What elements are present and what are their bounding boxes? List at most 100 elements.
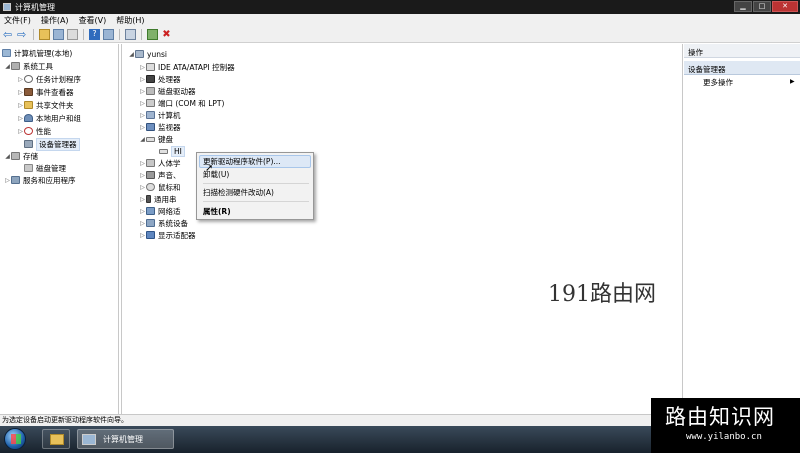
expand-arrow-icon[interactable]: ▷: [139, 184, 146, 191]
back-icon[interactable]: ⇦: [3, 29, 14, 40]
minimize-button[interactable]: ▁: [734, 1, 752, 12]
up-folder-icon[interactable]: [39, 29, 50, 40]
menu-item-properties[interactable]: 属性(R): [203, 206, 231, 217]
tree-item-shared-folders[interactable]: ▷ 共享文件夹: [17, 99, 73, 111]
help-icon[interactable]: ?: [89, 29, 100, 40]
view-icon[interactable]: [103, 29, 114, 40]
performance-icon: [24, 127, 33, 135]
shared-folder-icon: [24, 101, 33, 109]
forward-icon[interactable]: ⇨: [17, 29, 28, 40]
menu-action[interactable]: 操作(A): [41, 15, 69, 26]
expand-arrow-icon[interactable]: ▷: [139, 124, 146, 131]
tree-item-disk-management[interactable]: 磁盘管理: [24, 162, 66, 174]
menu-file[interactable]: 文件(F): [4, 15, 31, 26]
device-category-network[interactable]: ▷ 网络适: [139, 205, 180, 217]
menu-item-scan-hardware[interactable]: 扫描检测硬件改动(A): [203, 187, 274, 198]
expand-arrow-icon[interactable]: ▷: [139, 172, 146, 179]
device-category-ide[interactable]: ▷ IDE ATA/ATAPI 控制器: [139, 61, 234, 73]
maximize-button[interactable]: □: [753, 1, 771, 12]
toolbar-separator: [83, 29, 84, 40]
device-category-keyboard[interactable]: ◢ 键盘: [139, 133, 173, 145]
computer-management-icon: [3, 3, 11, 11]
device-category-monitors[interactable]: ▷ 监视器: [139, 121, 180, 133]
keyboard-icon: [146, 136, 155, 142]
clock-icon: [24, 75, 33, 83]
tree-storage[interactable]: ◢ 存储: [4, 150, 38, 162]
actions-more[interactable]: 更多操作: [703, 77, 733, 88]
expand-arrow-icon[interactable]: ▷: [139, 160, 146, 167]
actions-section-device-manager[interactable]: 设备管理器: [684, 61, 800, 75]
expand-arrow-icon[interactable]: ▷: [139, 208, 146, 215]
tree-system-tools[interactable]: ◢ 系统工具: [4, 60, 53, 72]
device-tree-computer[interactable]: ◢ yunsi: [128, 48, 167, 60]
keyboard-icon: [159, 148, 168, 154]
tree-services[interactable]: ▷ 服务和应用程序: [4, 174, 75, 186]
device-category-disk-drives[interactable]: ▷ 磁盘驱动器: [139, 85, 195, 97]
properties-icon[interactable]: [67, 29, 78, 40]
menu-help[interactable]: 帮助(H): [116, 15, 144, 26]
computer-management-icon: [2, 49, 11, 57]
actions-header: 操作: [684, 44, 800, 58]
toolbar-separator: [141, 29, 142, 40]
site-watermark: 191路由网: [548, 282, 656, 307]
expand-arrow-icon[interactable]: ▷: [139, 232, 146, 239]
tree-item-performance[interactable]: ▷ 性能: [17, 125, 51, 137]
taskbar-computer-management[interactable]: 计算机管理: [77, 429, 174, 449]
device-category-system[interactable]: ▷ 系统设备: [139, 217, 188, 229]
expand-arrow-icon[interactable]: ▷: [139, 64, 146, 71]
start-button[interactable]: [4, 428, 26, 450]
expand-arrow-icon[interactable]: ▷: [17, 115, 24, 122]
collapse-arrow-icon[interactable]: ◢: [4, 153, 11, 160]
collapse-arrow-icon[interactable]: ◢: [4, 63, 11, 70]
processor-icon: [146, 75, 155, 83]
device-category-mouse[interactable]: ▷ 鼠标和: [139, 181, 180, 193]
expand-arrow-icon[interactable]: ▷: [139, 112, 146, 119]
window-title: 计算机管理: [15, 3, 55, 12]
tree-item-task-scheduler[interactable]: ▷ 任务计划程序: [17, 73, 81, 85]
collapse-arrow-icon[interactable]: ◢: [128, 51, 135, 58]
actions-pane: 操作 设备管理器 更多操作 ▶: [684, 44, 800, 414]
port-icon: [146, 99, 155, 107]
collapse-arrow-icon[interactable]: ◢: [139, 136, 146, 143]
tree-item-event-viewer[interactable]: ▷ 事件查看器: [17, 86, 73, 98]
expand-arrow-icon[interactable]: ▷: [17, 128, 24, 135]
menu-item-update-driver[interactable]: 更新驱动程序软件(P)...: [203, 156, 281, 167]
toolbar-separator: [33, 29, 34, 40]
show-hide-tree-icon[interactable]: [53, 29, 64, 40]
expand-arrow-icon[interactable]: ▷: [17, 89, 24, 96]
speaker-icon: [146, 171, 155, 179]
device-category-processor[interactable]: ▷ 处理器: [139, 73, 180, 85]
chevron-right-icon[interactable]: ▶: [790, 78, 795, 85]
window-controls: ▁ □ ✕: [734, 1, 798, 12]
event-viewer-icon: [24, 88, 33, 96]
expand-arrow-icon[interactable]: ▷: [139, 100, 146, 107]
expand-arrow-icon[interactable]: ▷: [139, 88, 146, 95]
menu-view[interactable]: 查看(V): [79, 15, 107, 26]
device-category-hid[interactable]: ▷ 人体学: [139, 157, 180, 169]
scan-hardware-icon[interactable]: [125, 29, 136, 40]
taskbar-explorer-button[interactable]: [42, 429, 70, 449]
update-driver-icon[interactable]: [147, 29, 158, 40]
tree-item-local-users[interactable]: ▷ 本地用户和组: [17, 112, 81, 124]
expand-arrow-icon[interactable]: ▷: [139, 220, 146, 227]
folder-icon: [50, 434, 64, 445]
tree-root[interactable]: 计算机管理(本地): [2, 47, 72, 59]
expand-arrow-icon[interactable]: ▷: [17, 102, 24, 109]
tree-item-device-manager[interactable]: 设备管理器: [24, 137, 80, 151]
expand-arrow-icon[interactable]: ▷: [139, 196, 146, 203]
toolbar: ⇦ ⇨ ? ✖: [0, 27, 800, 43]
expand-arrow-icon[interactable]: ▷: [17, 76, 24, 83]
device-keyboard-hid[interactable]: HI: [159, 145, 185, 157]
expand-arrow-icon[interactable]: ▷: [4, 177, 11, 184]
computer-management-icon: [82, 434, 96, 445]
device-category-sound[interactable]: ▷ 声音、: [139, 169, 180, 181]
device-category-computer[interactable]: ▷ 计算机: [139, 109, 180, 121]
close-button[interactable]: ✕: [772, 1, 798, 12]
device-category-usb[interactable]: ▷ 通用串: [139, 193, 176, 205]
device-category-display[interactable]: ▷ 显示适配器: [139, 229, 195, 241]
users-icon: [24, 114, 33, 122]
windows-logo-icon: [11, 434, 21, 444]
expand-arrow-icon[interactable]: ▷: [139, 76, 146, 83]
uninstall-icon[interactable]: ✖: [161, 29, 172, 40]
device-category-ports[interactable]: ▷ 端口 (COM 和 LPT): [139, 97, 224, 109]
